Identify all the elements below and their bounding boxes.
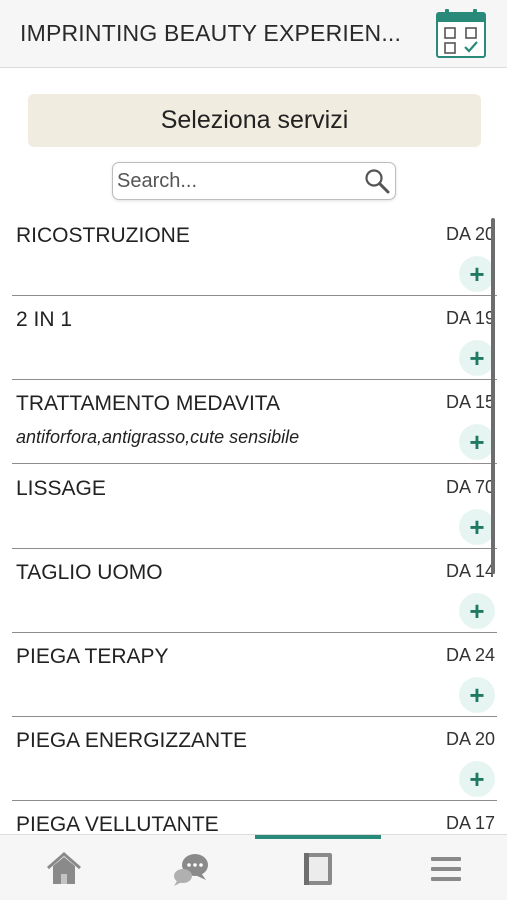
add-service-button[interactable]: + [459, 509, 495, 545]
service-name: PIEGA VELLUTANTE [16, 813, 219, 834]
book-icon[interactable] [298, 849, 338, 889]
chat-icon[interactable] [171, 849, 211, 889]
service-price: DA 20 [445, 224, 495, 244]
service-name: TAGLIO UOMO [16, 561, 163, 584]
menu-icon[interactable] [426, 849, 466, 889]
add-service-button[interactable]: + [459, 677, 495, 713]
service-row[interactable]: TRATTAMENTO MEDAVITA antiforfora,antigra… [12, 380, 497, 464]
calendar-check-icon[interactable] [434, 6, 488, 60]
service-price: DA 14 [445, 561, 495, 581]
service-row[interactable]: LISSAGE DA 70 + [12, 465, 497, 549]
select-services-banner: Seleziona servizi [28, 94, 481, 147]
service-row[interactable]: PIEGA ENERGIZZANTE DA 20 + [12, 717, 497, 801]
service-price: DA 19 [445, 308, 495, 328]
service-price: DA 70 [445, 477, 495, 497]
active-tab-indicator [255, 835, 381, 839]
service-price: DA 24 [445, 645, 495, 665]
service-name: 2 IN 1 [16, 308, 73, 331]
page-title: IMPRINTING BEAUTY EXPERIEN... [20, 20, 402, 46]
services-list[interactable]: RICOSTRUZIONE DA 20 + 2 IN 1 DA 19 + TRA… [0, 212, 507, 834]
bottom-tab-bar [0, 834, 507, 900]
service-row[interactable]: TAGLIO UOMO DA 14 + [12, 549, 497, 633]
service-name: LISSAGE [16, 477, 106, 500]
service-row[interactable]: PIEGA VELLUTANTE DA 17 + [12, 801, 497, 834]
add-service-button[interactable]: + [459, 424, 495, 460]
app-header: IMPRINTING BEAUTY EXPERIEN... [0, 0, 507, 68]
service-price: DA 20 [445, 729, 495, 749]
service-name: PIEGA ENERGIZZANTE [16, 729, 248, 752]
service-row[interactable]: 2 IN 1 DA 19 + [12, 296, 497, 380]
add-service-button[interactable]: + [459, 593, 495, 629]
service-row[interactable]: PIEGA TERAPY DA 24 + [12, 633, 497, 717]
service-name: RICOSTRUZIONE [16, 224, 190, 247]
service-price: DA 17 [445, 813, 495, 833]
service-price: DA 15 [445, 392, 495, 412]
list-scrollbar[interactable] [491, 218, 495, 574]
search-box[interactable] [112, 162, 396, 200]
service-description: antiforfora,antigrasso,cute sensibile [16, 427, 300, 447]
add-service-button[interactable]: + [459, 761, 495, 797]
add-service-button[interactable]: + [459, 256, 495, 292]
add-service-button[interactable]: + [459, 340, 495, 376]
service-name: TRATTAMENTO MEDAVITA [16, 392, 281, 415]
service-row[interactable]: RICOSTRUZIONE DA 20 + [12, 212, 497, 296]
search-input[interactable] [117, 167, 357, 195]
service-name: PIEGA TERAPY [16, 645, 169, 668]
home-icon[interactable] [44, 849, 84, 889]
search-icon[interactable] [364, 168, 390, 194]
